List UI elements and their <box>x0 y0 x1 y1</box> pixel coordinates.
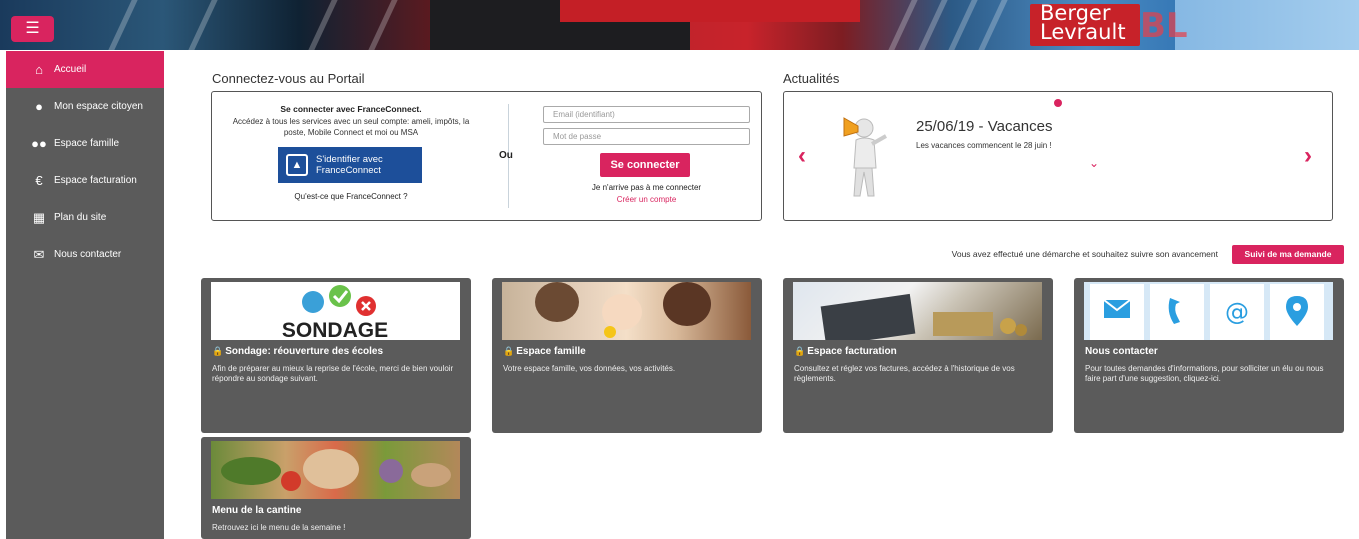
franceconnect-button-line1: S'identifier avec <box>316 154 383 165</box>
sidebar-item-mon-espace-citoyen[interactable]: ● Mon espace citoyen <box>6 88 164 125</box>
sidebar-item-label: Nous contacter <box>54 249 122 260</box>
card-title-text: Espace famille <box>516 346 586 357</box>
person-icon: ● <box>35 99 43 114</box>
family-icon: ●● <box>31 136 47 151</box>
login-panel: Se connecter avec FranceConnect. Accédez… <box>211 91 762 221</box>
card-menu-cantine[interactable]: Menu de la cantine Retrouvez ici le menu… <box>201 437 471 539</box>
carousel-indicator[interactable] <box>1054 99 1062 107</box>
lock-icon: 🔒 <box>503 346 515 356</box>
billing-photo <box>793 282 1042 340</box>
sidebar-item-label: Espace facturation <box>54 175 137 186</box>
sondage-image-text: SONDAGE <box>282 319 388 340</box>
card-nous-contacter[interactable]: @ Nous contacter Pour toutes demandes d'… <box>1074 278 1344 433</box>
family-photo <box>502 282 751 340</box>
sidebar-item-espace-facturation[interactable]: € Espace facturation <box>6 162 164 199</box>
carousel-prev-icon[interactable]: ‹ <box>798 142 806 170</box>
create-account-link[interactable]: Créer un compte <box>543 195 750 204</box>
franceconnect-button-label: S'identifier avec FranceConnect <box>316 154 383 176</box>
contact-illustration: @ <box>1090 284 1324 340</box>
card-sondage[interactable]: SONDAGE 🔒 Sondage: réouverture des écoles… <box>201 278 471 433</box>
news-text: Les vacances commencent le 28 juin ! <box>916 141 1052 150</box>
banner-stripe <box>368 0 398 50</box>
banner-graphic-blue <box>1175 0 1359 50</box>
banner-stripe <box>308 0 338 50</box>
food-photo-illustration <box>221 449 451 491</box>
card-title: 🔒 Espace famille <box>503 346 586 357</box>
sidebar-item-accueil[interactable]: ⌂ Accueil <box>6 51 164 88</box>
suivi-demande-button[interactable]: Suivi de ma demande <box>1232 245 1344 264</box>
news-carousel: ‹ 25/06/19 - Vacances Les vacances comme… <box>783 91 1333 221</box>
card-title: Menu de la cantine <box>212 505 302 516</box>
sondage-illustration: SONDAGE <box>282 285 388 340</box>
food-photo <box>211 441 460 499</box>
or-label: Ou <box>499 150 513 161</box>
card-title: 🔒 Espace facturation <box>794 346 897 357</box>
sidebar-item-label: Mon espace citoyen <box>54 101 143 112</box>
suivi-prompt: Vous avez effectué une démarche et souha… <box>951 249 1218 259</box>
card-title: Nous contacter <box>1085 346 1158 357</box>
logo: Berger Levrault <box>1040 3 1126 44</box>
banner-stripe <box>918 0 948 50</box>
sidebar-item-plan-du-site[interactable]: ▦ Plan du site <box>6 199 164 236</box>
logo-line2: Levrault <box>1040 20 1126 44</box>
card-description: Afin de préparer au mieux la reprise de … <box>212 364 454 383</box>
at-icon: @ <box>1225 298 1249 326</box>
hamburger-menu-icon: ☰ <box>25 20 40 37</box>
news-title: 25/06/19 - Vacances <box>916 118 1053 135</box>
contact-image: @ <box>1084 282 1333 340</box>
chevron-down-icon[interactable]: ⌄ <box>1089 156 1099 170</box>
franceconnect-description: Accédez à tous les services avec un seul… <box>232 117 470 137</box>
sondage-image: SONDAGE <box>211 282 460 340</box>
password-field[interactable]: Mot de passe <box>543 128 750 145</box>
card-description: Pour toutes demandes d'informations, pou… <box>1085 364 1324 383</box>
franceconnect-info-link[interactable]: Qu'est-ce que FranceConnect ? <box>212 192 490 201</box>
franceconnect-button[interactable]: ▲ S'identifier avec FranceConnect <box>278 147 422 183</box>
login-heading: Connectez-vous au Portail <box>212 71 365 86</box>
banner-graphic-red <box>560 0 860 22</box>
lock-icon: 🔒 <box>794 346 806 356</box>
sidebar-item-label: Accueil <box>54 64 87 75</box>
sidebar-item-espace-famille[interactable]: ●● Espace famille <box>6 125 164 162</box>
megaphone-figure-image <box>843 117 887 197</box>
banner-stripe <box>888 0 918 50</box>
franceconnect-button-line2: FranceConnect <box>316 165 381 176</box>
banner-stripe <box>108 0 138 50</box>
envelope-icon: ✉ <box>33 246 45 262</box>
franceconnect-logo-icon: ▲ <box>286 154 308 176</box>
billing-photo-illustration <box>820 293 1027 340</box>
card-description: Retrouvez ici le menu de la semaine ! <box>212 523 346 532</box>
sitemap-icon: ▦ <box>32 209 46 225</box>
card-description: Consultez et réglez vos factures, accéde… <box>794 364 1015 383</box>
sidebar-item-label: Espace famille <box>54 138 120 149</box>
menu-toggle-button[interactable]: ☰ <box>11 16 54 42</box>
card-title: 🔒 Sondage: réouverture des écoles <box>212 346 383 357</box>
logo-mark: BL <box>1140 6 1188 46</box>
card-title-text: Sondage: réouverture des écoles <box>225 346 384 357</box>
carousel-next-icon[interactable]: › <box>1304 142 1312 170</box>
family-photo-illustration <box>535 282 711 338</box>
banner-stripe <box>948 0 978 50</box>
card-description: Votre espace famille, vos données, vos a… <box>503 364 676 373</box>
lock-icon: 🔒 <box>212 346 224 356</box>
sidebar-item-label: Plan du site <box>54 212 107 223</box>
sidebar: ⌂ Accueil ● Mon espace citoyen ●● Espace… <box>6 51 164 539</box>
sidebar-item-nous-contacter[interactable]: ✉ Nous contacter <box>6 236 164 273</box>
header-banner: Berger Levrault BL <box>0 0 1359 50</box>
banner-stripe <box>978 0 1008 50</box>
card-title-text: Espace facturation <box>807 346 897 357</box>
news-heading: Actualités <box>783 71 840 86</box>
card-espace-facturation[interactable]: 🔒 Espace facturation Consultez et réglez … <box>783 278 1053 433</box>
forgot-login-link[interactable]: Je n'arrive pas à me connecter <box>543 183 750 192</box>
home-icon: ⌂ <box>35 62 43 77</box>
euro-icon: € <box>35 173 43 188</box>
franceconnect-title: Se connecter avec FranceConnect. <box>280 104 422 114</box>
email-field[interactable]: Email (identifiant) <box>543 106 750 123</box>
banner-stripe <box>188 0 218 50</box>
connect-button[interactable]: Se connecter <box>600 153 690 177</box>
card-espace-famille[interactable]: 🔒 Espace famille Votre espace famille, vo… <box>492 278 762 433</box>
